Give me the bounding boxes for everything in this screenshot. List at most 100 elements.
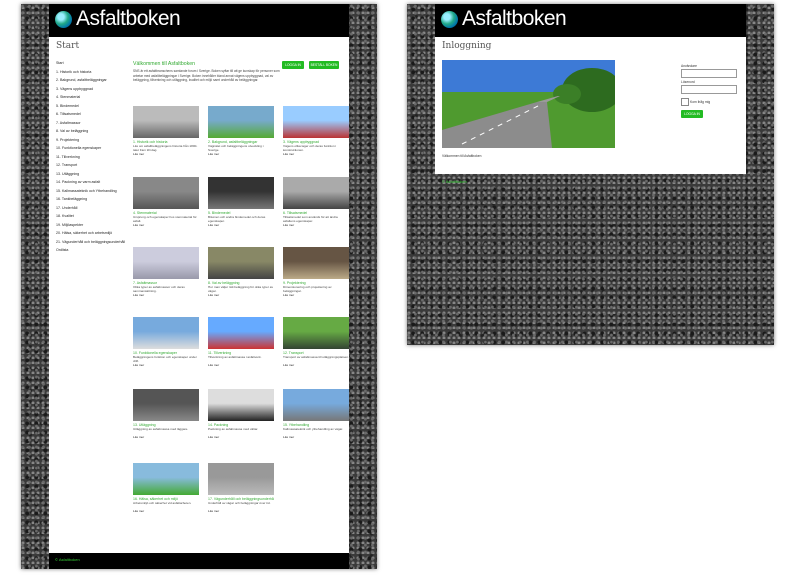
read-more-link[interactable]: Läs mer: [283, 293, 349, 297]
chapter-thumbnail[interactable]: [133, 247, 199, 279]
nav-item[interactable]: 21. Vägunderhåll och beläggningsunderhål…: [56, 238, 126, 247]
username-input[interactable]: [681, 69, 737, 78]
read-more-link[interactable]: Läs mer: [283, 363, 349, 367]
nav-item[interactable]: 1. Historik och historia: [56, 68, 126, 77]
login-button[interactable]: LOGGA IN: [681, 110, 703, 118]
chapter-description: Hur man väljer rätt beläggning för olika…: [208, 285, 274, 293]
chapter-thumbnail[interactable]: [283, 177, 349, 209]
chapter-thumbnail[interactable]: [133, 463, 199, 495]
chapter-thumbnail[interactable]: [283, 106, 349, 138]
nav-item-start[interactable]: Start: [56, 59, 126, 68]
remember-label: Kom ihåg mig: [690, 100, 711, 104]
chapter-card[interactable]: 6. Tillsatsmedel Tillsatsmedel som använd…: [283, 177, 349, 227]
chapter-card[interactable]: 5. Bindemedel Bitumen och andra bindemede…: [208, 177, 274, 227]
chapter-thumbnail[interactable]: [283, 247, 349, 279]
nav-item[interactable]: 20. Hälsa, säkerhet och arbetsmiljö: [56, 229, 126, 238]
chapter-card[interactable]: 14. Packning Packning av asfaltmassa med …: [208, 389, 274, 439]
chapter-card[interactable]: 13. Utläggning Utläggning av asfaltmassa …: [133, 389, 199, 439]
chapter-card[interactable]: 11. Tillverkning Tillverkning av asfaltma…: [208, 317, 274, 367]
nav-item[interactable]: 10. Funktionella egenskaper: [56, 144, 126, 153]
nav-item[interactable]: 2. Bakgrund, asfaltbeläggningar: [56, 76, 126, 85]
chapter-thumbnail[interactable]: [283, 317, 349, 349]
chapter-card[interactable]: 15. Ytbehandling Kallmassateknik och ytbe…: [283, 389, 349, 439]
chapter-card[interactable]: 2. Bakgrund, asfaltbeläggningar Vägnätet …: [208, 106, 274, 156]
nav-item[interactable]: 15. Kallmassateknik och Ytbehandling: [56, 187, 126, 196]
chapter-thumbnail[interactable]: [208, 463, 274, 495]
login-button[interactable]: LOGGA IN: [282, 61, 304, 69]
chapter-description: Tillverkning av asfaltmassa i asfaltverk…: [208, 355, 262, 359]
nav-item[interactable]: 14. Packning av varm asfalt: [56, 178, 126, 187]
chapter-card[interactable]: 7. Asfaltmassor Olika typer av asfaltmass…: [133, 247, 199, 297]
nav-item[interactable]: 4. Stenmaterial: [56, 93, 126, 102]
order-book-button[interactable]: BESTÄLL BOKEN: [309, 61, 339, 69]
remember-checkbox[interactable]: [681, 98, 689, 106]
site-name: Asfaltboken: [462, 7, 567, 30]
read-more-link[interactable]: Läs mer: [133, 435, 199, 439]
chapter-thumbnail[interactable]: [208, 389, 274, 421]
nav-item[interactable]: Ordlista: [56, 246, 126, 255]
chapter-thumbnail[interactable]: [208, 177, 274, 209]
road-image: [442, 60, 615, 148]
read-more-link[interactable]: Läs mer: [133, 363, 199, 367]
site-name: Asfaltboken: [76, 7, 181, 30]
password-input[interactable]: [681, 85, 737, 94]
chapter-thumbnail[interactable]: [133, 389, 199, 421]
chapter-card[interactable]: 4. Stenmaterial Ursprung och egenskaper h…: [133, 177, 199, 227]
right-screenshot: Asfaltboken Inloggning Välkommen till As…: [407, 4, 774, 345]
chapter-card[interactable]: 8. Val av beläggning Hur man väljer rätt …: [208, 247, 274, 297]
read-more-link[interactable]: Läs mer: [133, 223, 199, 227]
read-more-link[interactable]: Läs mer: [133, 509, 199, 513]
nav-item[interactable]: 8. Val av beläggning: [56, 127, 126, 136]
globe-icon: [55, 10, 72, 28]
chapter-card[interactable]: 9. Projektering Dimensionering och projek…: [283, 247, 349, 297]
nav-item[interactable]: 13. Utläggning: [56, 170, 126, 179]
read-more-link[interactable]: Läs mer: [133, 152, 199, 156]
nav-item[interactable]: 17. Underhåll: [56, 204, 126, 213]
read-more-link[interactable]: Läs mer: [208, 223, 274, 227]
nav-item[interactable]: 7. Asfaltmassor: [56, 119, 126, 128]
nav-item[interactable]: 19. Miljöaspekter: [56, 221, 126, 230]
header-bar: Asfaltboken: [435, 4, 746, 37]
chapter-description: Underhåll av vägar och beläggningar över…: [208, 501, 271, 505]
chapter-thumbnail[interactable]: [208, 247, 274, 279]
site-logo[interactable]: Asfaltboken: [441, 7, 567, 30]
read-more-link[interactable]: Läs mer: [283, 223, 349, 227]
password-label: Lösenord: [681, 80, 695, 84]
read-more-link[interactable]: Läs mer: [208, 509, 274, 513]
chapter-card[interactable]: 10. Funktionella egenskaper Beläggningens…: [133, 317, 199, 367]
nav-item[interactable]: 5. Bindemedel: [56, 102, 126, 111]
nav-item[interactable]: 9. Projektering: [56, 136, 126, 145]
nav-item[interactable]: 12. Transport: [56, 161, 126, 170]
footer-bar: © Asfaltboken: [49, 553, 349, 569]
nav-item[interactable]: 3. Vägens uppbyggnad: [56, 85, 126, 94]
chapter-thumbnail[interactable]: [133, 317, 199, 349]
chapter-thumbnail[interactable]: [208, 317, 274, 349]
chapter-card[interactable]: 16. Hälsa, säkerhet och miljö Arbetsmiljö…: [133, 463, 199, 513]
read-more-link[interactable]: Läs mer: [208, 435, 274, 439]
chapter-thumbnail[interactable]: [283, 389, 349, 421]
chapter-description: Packning av asfaltmassa med vältar.: [208, 427, 259, 431]
chapter-thumbnail[interactable]: [133, 106, 199, 138]
nav-item[interactable]: 16. Tankbeläggning: [56, 195, 126, 204]
read-more-link[interactable]: Läs mer: [208, 363, 274, 367]
nav-item[interactable]: 11. Tillverkning: [56, 153, 126, 162]
read-more-link[interactable]: Läs mer: [208, 293, 274, 297]
chapter-thumbnail[interactable]: [208, 106, 274, 138]
chapter-card[interactable]: 12. Transport Transport av asfaltmassa ti…: [283, 317, 349, 367]
page-title: Inloggning: [442, 41, 492, 51]
chapter-description: Dimensionering och projektering av beläg…: [283, 285, 332, 293]
chapter-thumbnail[interactable]: [133, 177, 199, 209]
chapter-card[interactable]: 3. Vägens uppbyggnad Vägens olika lager o…: [283, 106, 349, 156]
read-more-link[interactable]: Läs mer: [283, 435, 349, 439]
nav-item[interactable]: 18. Kvalitet: [56, 212, 126, 221]
nav-item[interactable]: 6. Tillsatsmedel: [56, 110, 126, 119]
chapter-description: Ursprung och egenskaper hos stenmaterial…: [133, 215, 197, 223]
read-more-link[interactable]: Läs mer: [133, 293, 199, 297]
read-more-link[interactable]: Läs mer: [283, 152, 349, 156]
chapter-card[interactable]: 1. Historik och historia Läs om asfaltbel…: [133, 106, 199, 156]
chapter-description: Vägens olika lager och deras funktion i …: [283, 144, 337, 152]
chapter-card[interactable]: 17. Vägunderhåll och beläggningsunderhål…: [208, 463, 274, 513]
username-label: Användare: [681, 64, 697, 68]
read-more-link[interactable]: Läs mer: [208, 152, 274, 156]
site-logo[interactable]: Asfaltboken: [55, 7, 181, 30]
